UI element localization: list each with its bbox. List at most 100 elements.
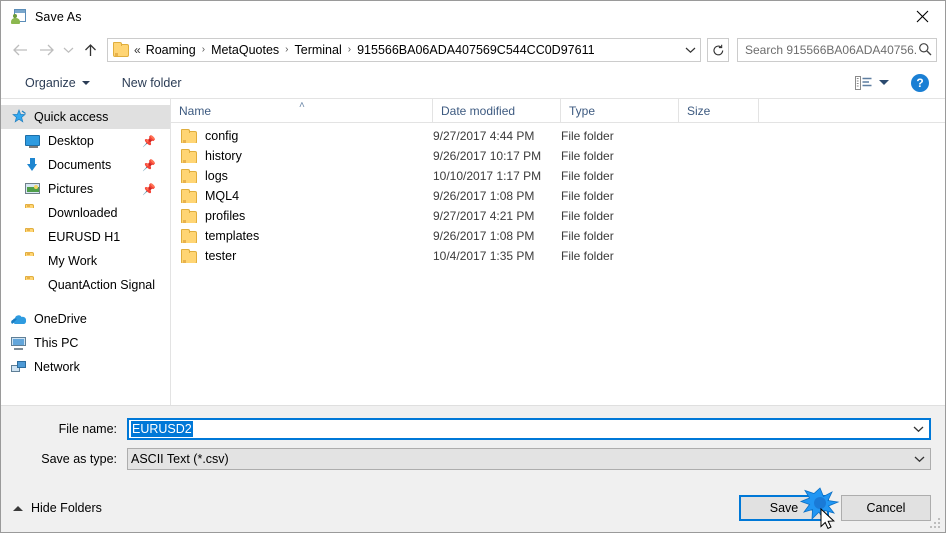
breadcrumb-separator[interactable]: › xyxy=(282,45,291,55)
table-row[interactable]: templates 9/26/2017 1:08 PM File folder xyxy=(171,226,945,246)
sidebar-item-quick-access[interactable]: Quick access xyxy=(1,105,170,129)
folder-icon xyxy=(181,229,197,243)
file-name-cell: tester xyxy=(171,249,433,263)
save-as-type-select[interactable]: ASCII Text (*.csv) xyxy=(127,448,931,470)
sidebar-item-label: Network xyxy=(34,360,80,374)
sidebar-item-pictures[interactable]: Pictures 📌 xyxy=(1,177,170,201)
file-type: File folder xyxy=(561,149,614,163)
file-type: File folder xyxy=(561,189,614,203)
file-type: File folder xyxy=(561,129,614,143)
pin-icon[interactable]: 📌 xyxy=(142,183,156,196)
save-button[interactable]: Save xyxy=(739,495,829,521)
organize-label: Organize xyxy=(25,75,76,90)
chevron-down-icon[interactable] xyxy=(907,420,929,438)
sidebar-item-this-pc[interactable]: This PC xyxy=(1,331,170,355)
file-name: profiles xyxy=(205,209,246,223)
breadcrumb-overflow[interactable]: « xyxy=(133,41,143,59)
column-header-size[interactable]: Size xyxy=(679,98,759,123)
hide-folders-button[interactable]: Hide Folders xyxy=(13,501,102,515)
sidebar-item-downloaded[interactable]: Downloaded xyxy=(1,201,170,225)
pin-icon[interactable]: 📌 xyxy=(142,135,156,148)
sidebar-item-label: Pictures xyxy=(48,182,94,196)
navigation-pane: Quick access Desktop 📌 Documents 📌 Pictu… xyxy=(1,99,171,405)
sidebar-item-network[interactable]: Network xyxy=(1,355,170,379)
file-name: history xyxy=(205,149,242,163)
file-name: MQL4 xyxy=(205,189,240,203)
file-rows: config 9/27/2017 4:44 PM File folder his… xyxy=(171,123,945,405)
desktop-icon xyxy=(25,133,41,149)
sidebar-item-label: OneDrive xyxy=(34,312,87,326)
column-header-type[interactable]: Type xyxy=(561,98,679,123)
organize-button[interactable]: Organize xyxy=(17,72,98,94)
breadcrumb-separator[interactable]: › xyxy=(199,45,208,55)
help-button[interactable]: ? xyxy=(911,73,929,92)
file-date: 10/10/2017 1:17 PM xyxy=(433,169,542,183)
sidebar-item-desktop[interactable]: Desktop 📌 xyxy=(1,129,170,153)
breadcrumb-item-terminal[interactable]: Terminal xyxy=(292,41,345,59)
cancel-label: Cancel xyxy=(866,501,906,515)
breadcrumb-item-metaquotes[interactable]: MetaQuotes xyxy=(208,41,282,59)
back-button[interactable] xyxy=(7,37,33,63)
table-row[interactable]: config 9/27/2017 4:44 PM File folder xyxy=(171,126,945,146)
search-icon[interactable] xyxy=(918,42,932,59)
dialog-body: Quick access Desktop 📌 Documents 📌 Pictu… xyxy=(1,98,945,405)
navigation-bar: « Roaming › MetaQuotes › Terminal › 9155… xyxy=(1,33,945,67)
file-type: File folder xyxy=(561,249,614,263)
table-row[interactable]: history 9/26/2017 10:17 PM File folder xyxy=(171,146,945,166)
breadcrumb-separator[interactable]: › xyxy=(345,45,354,55)
sidebar-item-onedrive[interactable]: OneDrive xyxy=(1,307,170,331)
documents-icon xyxy=(25,157,41,173)
file-name-cell: templates xyxy=(171,229,433,243)
sidebar-item-my-work[interactable]: My Work xyxy=(1,249,170,273)
column-headers: Name ˄ Date modified Type Size xyxy=(171,98,945,123)
pictures-icon xyxy=(25,181,41,197)
up-button[interactable] xyxy=(77,37,103,63)
search-input[interactable]: Search 915566BA06ADA40756... xyxy=(737,38,937,62)
file-date: 9/26/2017 1:08 PM xyxy=(433,189,535,203)
file-name: tester xyxy=(205,249,237,263)
folder-icon xyxy=(181,209,197,223)
sidebar-item-quantaction-signal[interactable]: QuantAction Signal xyxy=(1,273,170,297)
folder-icon xyxy=(25,204,41,221)
folder-icon xyxy=(113,41,129,57)
command-bar: Organize New folder ? xyxy=(1,67,945,99)
breadcrumb-item-roaming[interactable]: Roaming xyxy=(143,41,199,59)
column-header-date-modified[interactable]: Date modified xyxy=(433,98,561,123)
file-name-cell: logs xyxy=(171,169,433,183)
resize-grip[interactable] xyxy=(928,516,940,528)
sidebar-item-documents[interactable]: Documents 📌 xyxy=(1,153,170,177)
table-row[interactable]: tester 10/4/2017 1:35 PM File folder xyxy=(171,246,945,266)
table-row[interactable]: logs 10/10/2017 1:17 PM File folder xyxy=(171,166,945,186)
chevron-down-icon[interactable] xyxy=(908,449,930,469)
cloud-icon xyxy=(11,311,27,327)
network-icon xyxy=(11,359,27,375)
sidebar-item-label: Desktop xyxy=(48,134,94,148)
sidebar-item-label: My Work xyxy=(48,254,98,268)
recent-locations-button[interactable] xyxy=(59,37,77,63)
address-bar[interactable]: « Roaming › MetaQuotes › Terminal › 9155… xyxy=(107,38,701,62)
view-options-button[interactable] xyxy=(849,73,895,93)
file-date: 9/27/2017 4:21 PM xyxy=(433,209,535,223)
file-type: File folder xyxy=(561,169,614,183)
file-date: 9/26/2017 1:08 PM xyxy=(433,229,535,243)
folder-icon xyxy=(25,276,41,293)
folder-icon xyxy=(181,249,197,263)
pin-icon[interactable]: 📌 xyxy=(142,159,156,172)
folder-icon xyxy=(181,189,197,203)
file-type: File folder xyxy=(561,209,614,223)
close-icon[interactable] xyxy=(899,1,945,32)
refresh-icon[interactable] xyxy=(707,38,729,62)
cancel-button[interactable]: Cancel xyxy=(841,495,931,521)
address-dropdown-icon[interactable] xyxy=(680,39,700,61)
file-name-input[interactable]: EURUSD2 xyxy=(127,418,931,440)
table-row[interactable]: profiles 9/27/2017 4:21 PM File folder xyxy=(171,206,945,226)
file-name-cell: profiles xyxy=(171,209,433,223)
sidebar-item-eurusd-h1[interactable]: EURUSD H1 xyxy=(1,225,170,249)
forward-button[interactable] xyxy=(33,37,59,63)
folder-icon xyxy=(181,169,197,183)
breadcrumb-item-instance[interactable]: 915566BA06ADA407569C544CC0D97611 xyxy=(354,41,597,59)
table-row[interactable]: MQL4 9/26/2017 1:08 PM File folder xyxy=(171,186,945,206)
column-header-name[interactable]: Name ˄ xyxy=(171,98,433,123)
folder-icon xyxy=(25,252,41,269)
new-folder-button[interactable]: New folder xyxy=(114,72,190,94)
